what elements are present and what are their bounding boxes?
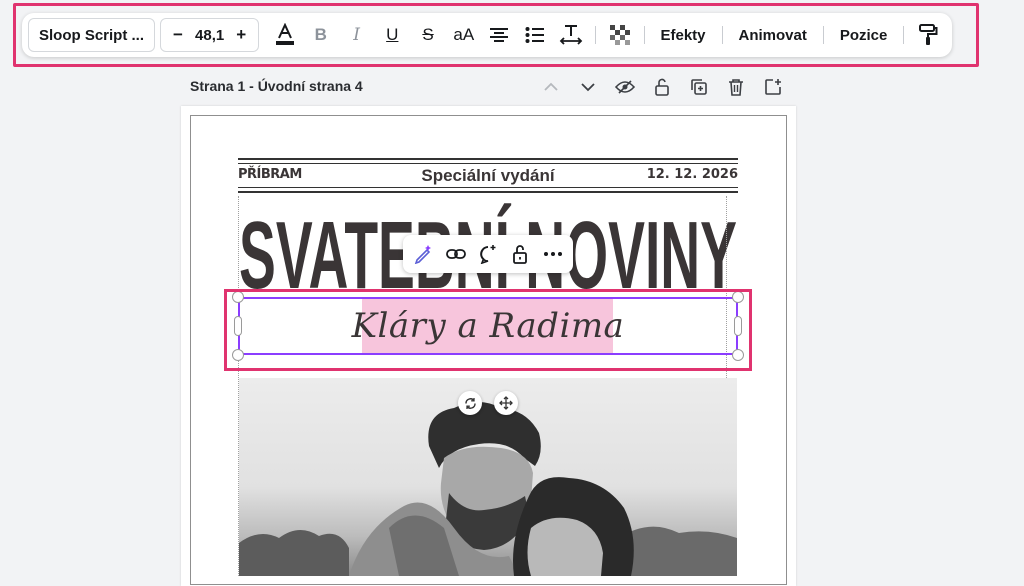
add-page-icon[interactable] (754, 74, 791, 100)
header-rule-bottom-thin (238, 187, 738, 188)
delete-page-trash-icon[interactable] (717, 74, 754, 100)
toolbar-highlight-frame (13, 3, 979, 67)
link-icon[interactable] (441, 239, 471, 269)
header-rule-thin (238, 163, 738, 164)
page-title: Strana 1 - Úvodní strana 4 (190, 78, 363, 94)
rotate-handle[interactable] (458, 391, 482, 415)
more-options-icon[interactable] (538, 239, 568, 269)
duplicate-page-icon[interactable] (680, 74, 717, 100)
lock-icon[interactable] (505, 239, 535, 269)
header-rule-top (238, 158, 738, 160)
header-rule-bottom (238, 191, 738, 193)
chevron-up-icon[interactable] (532, 74, 569, 100)
page-actions (532, 74, 791, 100)
element-quick-actions (403, 235, 573, 273)
move-handle[interactable] (494, 391, 518, 415)
newspaper-place[interactable]: PŘÍBRAM (238, 167, 302, 182)
newspaper-date[interactable]: 12. 12. 2026 (640, 167, 738, 182)
subtitle-highlight-frame (224, 289, 752, 371)
add-comment-icon[interactable] (473, 239, 503, 269)
magic-write-pencil-icon[interactable] (408, 239, 438, 269)
newspaper-edition[interactable]: Speciální vydání (400, 166, 576, 186)
hide-page-eye-icon[interactable] (606, 74, 643, 100)
chevron-down-icon[interactable] (569, 74, 606, 100)
couple-photo[interactable] (239, 378, 737, 576)
lock-open-icon[interactable] (643, 74, 680, 100)
